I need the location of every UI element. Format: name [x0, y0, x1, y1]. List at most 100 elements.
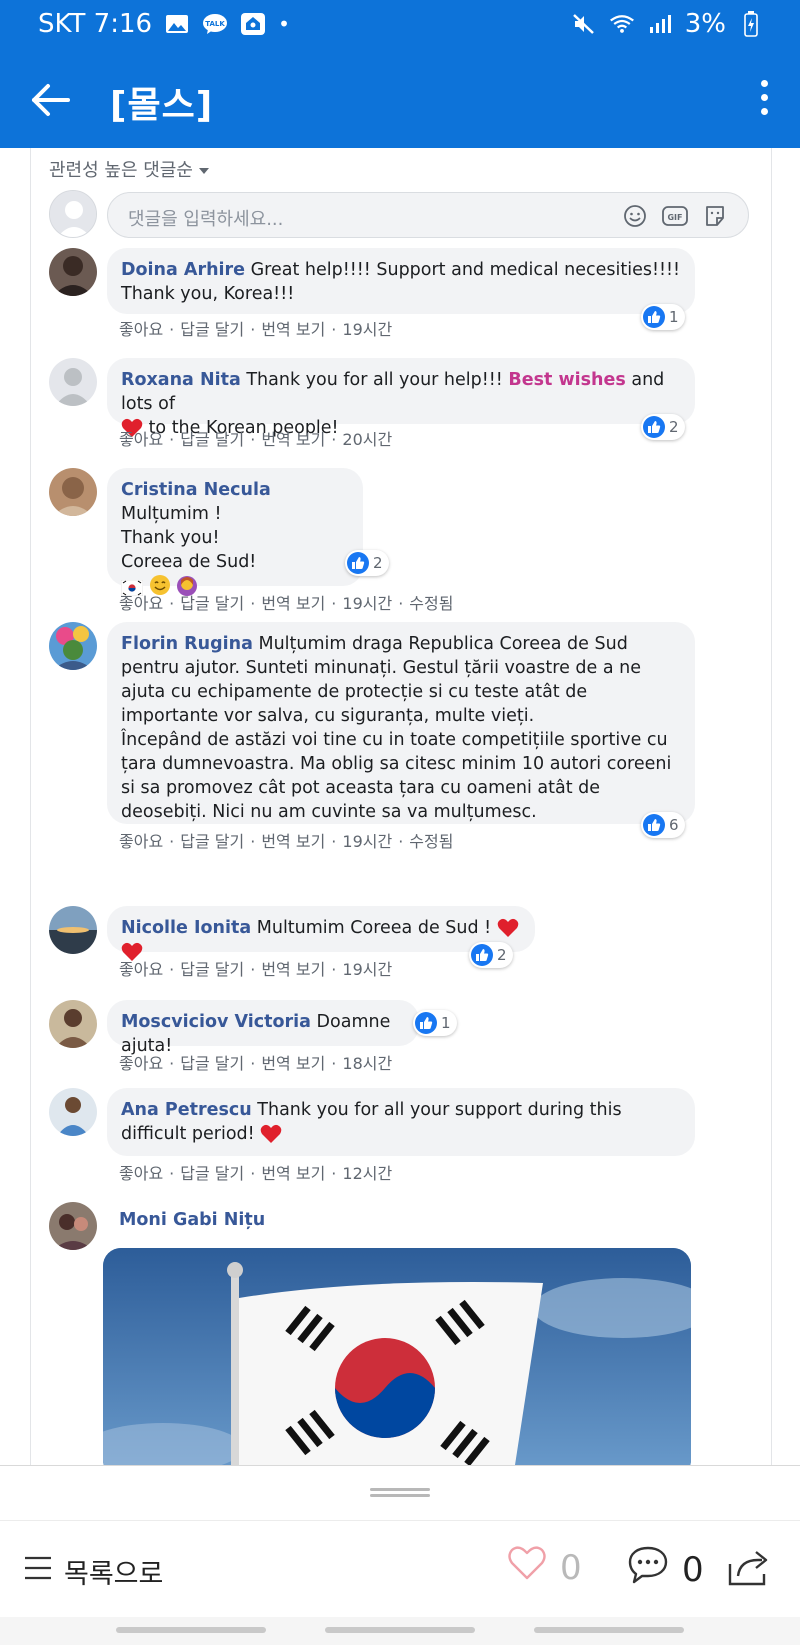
- reply-link[interactable]: 답글 달기: [180, 320, 244, 339]
- reply-link[interactable]: 답글 달기: [180, 960, 244, 979]
- mute-icon: [571, 13, 597, 35]
- like-link[interactable]: 좋아요: [119, 832, 163, 851]
- comment-text: Multumim Coreea de Sud !: [256, 918, 492, 938]
- comment-author[interactable]: Moscviciov Victoria: [121, 1012, 311, 1032]
- back-to-list-label: 목록으로: [64, 1559, 164, 1590]
- comment-placeholder: 댓글을 입력하세요...: [128, 209, 284, 230]
- reply-link[interactable]: 답글 달기: [180, 594, 244, 613]
- reaction-count[interactable]: 1: [413, 1010, 457, 1036]
- reaction-number: 2: [669, 418, 679, 436]
- comment-button[interactable]: 0: [628, 1546, 704, 1593]
- translate-link[interactable]: 번역 보기: [261, 320, 325, 339]
- svg-text:GIF: GIF: [667, 213, 682, 222]
- app-bar: [몰스]: [0, 52, 800, 148]
- like-link[interactable]: 좋아요: [119, 1164, 163, 1183]
- nav-pill[interactable]: [534, 1627, 684, 1633]
- translate-link[interactable]: 번역 보기: [261, 430, 325, 449]
- status-bar: SKT 7:16 TALK • 3%: [0, 0, 800, 52]
- reaction-number: 1: [669, 308, 679, 326]
- bottom-toolbar: 목록으로 0 0: [0, 1522, 800, 1622]
- highlighted-text: Best wishes: [508, 370, 626, 390]
- like-link[interactable]: 좋아요: [119, 430, 163, 449]
- avatar: [49, 468, 97, 516]
- translate-link[interactable]: 번역 보기: [261, 594, 325, 613]
- reaction-count[interactable]: 2: [345, 550, 389, 576]
- comment-time: 19시간: [342, 320, 393, 339]
- heart-outline-icon: [508, 1546, 546, 1589]
- comment-time: 12시간: [342, 1164, 393, 1183]
- avatar: [49, 1202, 97, 1250]
- thumbs-up-icon: [643, 306, 665, 328]
- avatar: [49, 1088, 97, 1136]
- sort-dropdown[interactable]: 관련성 높은 댓글순: [49, 156, 209, 182]
- like-link[interactable]: 좋아요: [119, 320, 163, 339]
- avatar: [49, 248, 97, 296]
- reaction-count[interactable]: 2: [641, 414, 685, 440]
- sort-label: 관련성 높은 댓글순: [49, 160, 193, 181]
- comment-count: 0: [682, 1549, 704, 1590]
- korean-flag-image[interactable]: [103, 1248, 691, 1465]
- back-arrow-icon[interactable]: [28, 78, 76, 122]
- reply-link[interactable]: 답글 달기: [180, 1164, 244, 1183]
- more-options-icon[interactable]: [754, 76, 774, 124]
- like-button[interactable]: 0: [508, 1546, 582, 1589]
- comment-author[interactable]: Nicolle Ionita: [121, 918, 251, 938]
- sticker-icon[interactable]: [702, 203, 728, 229]
- status-time: SKT 7:16: [38, 9, 153, 39]
- comment-actions: 좋아요 · 답글 달기 · 번역 보기 · 19시간: [119, 960, 393, 979]
- reaction-count[interactable]: 1: [641, 304, 685, 330]
- comment-input[interactable]: 댓글을 입력하세요... GIF: [107, 192, 749, 238]
- like-link[interactable]: 좋아요: [119, 960, 163, 979]
- comment-time: 19시간: [342, 594, 393, 613]
- caret-down-icon: [198, 168, 209, 174]
- gallery-icon: [164, 13, 190, 35]
- comment-actions: 좋아요 · 답글 달기 · 번역 보기 · 20시간: [119, 430, 393, 449]
- comments-screenshot: 관련성 높은 댓글순 댓글을 입력하세요... GIF Doina Arhire…: [30, 148, 772, 1465]
- thumbs-up-icon: [643, 416, 665, 438]
- comment-author[interactable]: Florin Rugina: [121, 634, 253, 654]
- thumbs-up-icon: [471, 944, 493, 966]
- comment-author[interactable]: Moni Gabi Nițu: [119, 1210, 265, 1230]
- comment-bubble: Roxana Nita Thank you for all your help!…: [107, 358, 695, 438]
- thumbs-up-icon: [415, 1012, 437, 1034]
- comment-author[interactable]: Ana Petrescu: [121, 1100, 252, 1120]
- nav-pill[interactable]: [116, 1627, 266, 1633]
- red-heart-icon: [497, 918, 519, 937]
- share-icon[interactable]: [726, 1548, 772, 1592]
- comment-text: Începând de astăzi voi tine cu in toate …: [121, 730, 672, 822]
- edited-label: 수정됨: [409, 832, 454, 851]
- comment-bubble: Moscviciov Victoria Doamne ajuta!: [107, 1000, 419, 1056]
- gif-icon[interactable]: GIF: [662, 203, 688, 229]
- back-to-list-button[interactable]: 목록으로: [24, 1552, 163, 1591]
- edited-label: 수정됨: [409, 594, 454, 613]
- translate-link[interactable]: 번역 보기: [261, 1164, 325, 1183]
- comment-author[interactable]: Cristina Necula: [121, 480, 271, 500]
- thumbs-up-icon: [347, 552, 369, 574]
- comment-author[interactable]: Roxana Nita: [121, 370, 241, 390]
- translate-link[interactable]: 번역 보기: [261, 1054, 325, 1073]
- page-title: [몰스]: [110, 85, 214, 126]
- status-dot: •: [278, 12, 290, 36]
- reply-link[interactable]: 답글 달기: [180, 430, 244, 449]
- translate-link[interactable]: 번역 보기: [261, 960, 325, 979]
- comment-bubble: Doina Arhire Great help!!!! Support and …: [107, 248, 695, 314]
- reply-link[interactable]: 답글 달기: [180, 832, 244, 851]
- home-app-icon: [240, 13, 266, 35]
- avatar: [49, 906, 97, 954]
- reaction-count[interactable]: 2: [469, 942, 513, 968]
- avatar: [49, 622, 97, 670]
- like-link[interactable]: 좋아요: [119, 594, 163, 613]
- nav-pill[interactable]: [325, 1627, 475, 1633]
- divider: [0, 1520, 800, 1521]
- comment-author[interactable]: Doina Arhire: [121, 260, 245, 280]
- comment-actions: 좋아요 · 답글 달기 · 번역 보기 · 12시간: [119, 1164, 393, 1183]
- drag-handle[interactable]: [370, 1488, 430, 1498]
- reaction-count[interactable]: 6: [641, 812, 685, 838]
- reply-link[interactable]: 답글 달기: [180, 1054, 244, 1073]
- comment-bubble: Ana Petrescu Thank you for all your supp…: [107, 1088, 695, 1156]
- speech-bubble-icon: [628, 1546, 668, 1593]
- like-link[interactable]: 좋아요: [119, 1054, 163, 1073]
- translate-link[interactable]: 번역 보기: [261, 832, 325, 851]
- emoji-icon[interactable]: [622, 203, 648, 229]
- comment-actions: 좋아요 · 답글 달기 · 번역 보기 · 19시간: [119, 320, 393, 339]
